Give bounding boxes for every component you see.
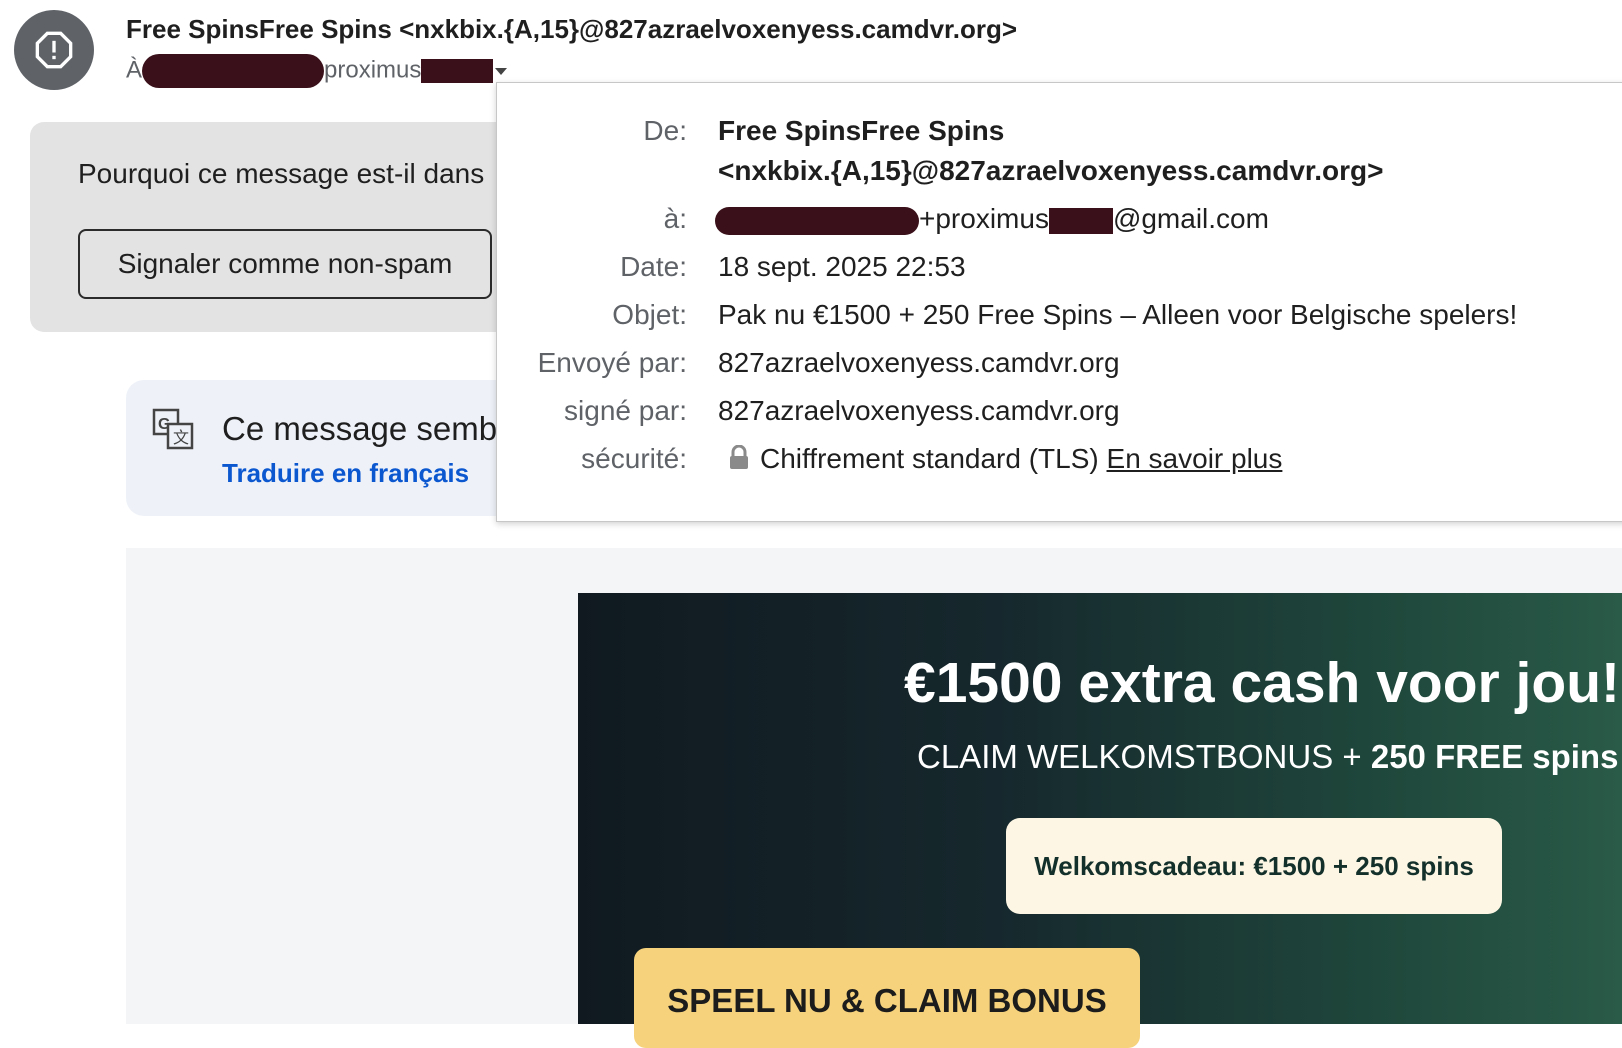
- promo-headline: €1500 extra cash voor jou!: [904, 651, 1621, 715]
- redaction: [715, 206, 919, 235]
- report-not-spam-button[interactable]: Signaler comme non-spam: [78, 229, 492, 299]
- welcome-gift-box: Welkomscadeau: €1500 + 250 spins: [1006, 818, 1502, 914]
- alert-octagon-icon: [35, 31, 73, 69]
- date-value: 18 sept. 2025 22:53: [718, 251, 966, 282]
- translate-icon: G 文: [152, 408, 194, 450]
- spam-warning-avatar: [14, 10, 94, 90]
- from-name: Free SpinsFree Spins: [718, 115, 1005, 146]
- promo-subheadline: CLAIM WELKOMSTBONUS + 250 FREE spins: [917, 738, 1618, 776]
- redaction: [1048, 207, 1113, 234]
- to-value: +proximus @gmail.com: [715, 203, 1269, 235]
- to-part1: +proximus: [919, 203, 1049, 234]
- mailed-by-value: 827azraelvoxenyess.camdvr.org: [718, 347, 1120, 378]
- spam-banner: [30, 122, 570, 332]
- to-visible: proximus: [324, 56, 422, 84]
- svg-text:文: 文: [173, 429, 189, 447]
- chevron-down-icon[interactable]: [495, 67, 508, 75]
- play-now-button[interactable]: SPEEL NU & CLAIM BONUS: [634, 948, 1140, 1048]
- message-details-popup: De: Free SpinsFree Spins <nxkbix.{A,15}@…: [496, 82, 1622, 522]
- signed-by-value: 827azraelvoxenyess.camdvr.org: [718, 395, 1120, 426]
- date-label: Date:: [620, 251, 687, 282]
- subject-label: Objet:: [612, 299, 687, 330]
- to-label: à:: [663, 203, 687, 234]
- redaction: [421, 59, 494, 83]
- recipient-summary[interactable]: Àproximus: [126, 54, 508, 88]
- security-value-row: Chiffrement standard (TLS) En savoir plu…: [728, 443, 1282, 475]
- promo-sub-regular: CLAIM WELKOMSTBONUS +: [917, 738, 1371, 775]
- promo-sub-bold: 250 FREE spins: [1370, 738, 1619, 775]
- security-label: sécurité:: [581, 443, 687, 474]
- signed-by-label: signé par:: [564, 395, 687, 426]
- learn-more-link[interactable]: En savoir plus: [1107, 443, 1283, 474]
- redaction: [142, 54, 325, 88]
- spam-reason-text: Pourquoi ce message est-il dans: [78, 158, 485, 189]
- sender-display: Free SpinsFree Spins <nxkbix.{A,15}@827a…: [126, 14, 1018, 44]
- translate-link[interactable]: Traduire en français: [222, 458, 469, 489]
- from-label: De:: [643, 115, 687, 146]
- from-address: <nxkbix.{A,15}@827azraelvoxenyess.camdvr…: [718, 155, 1384, 186]
- language-detected-text: Ce message semb: [222, 410, 498, 447]
- mailed-by-label: Envoyé par:: [537, 347, 687, 378]
- lock-icon: [730, 444, 748, 469]
- security-value: Chiffrement standard (TLS): [760, 443, 1099, 474]
- to-prefix: À: [126, 56, 143, 84]
- to-part2: @gmail.com: [1112, 203, 1269, 234]
- subject-value: Pak nu €1500 + 250 Free Spins – Alleen v…: [718, 299, 1518, 330]
